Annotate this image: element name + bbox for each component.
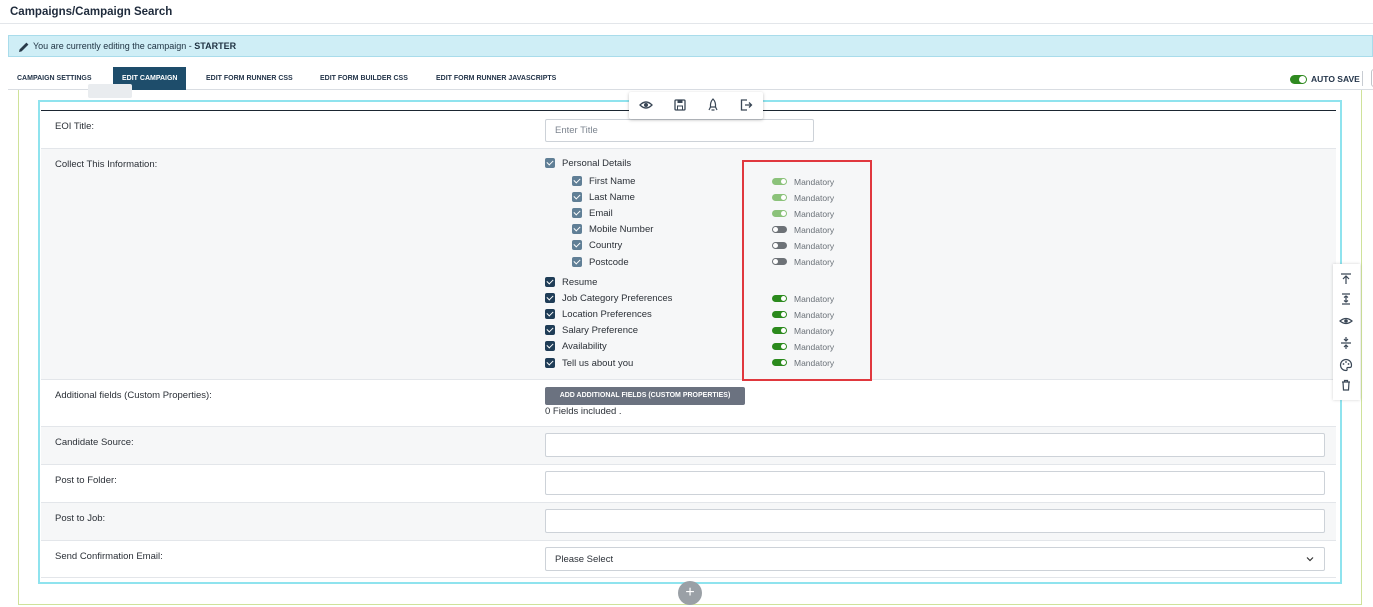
align-middle-icon[interactable] — [1339, 292, 1353, 306]
email-checkbox[interactable] — [572, 208, 582, 218]
mobile-number-label: Mobile Number — [589, 224, 654, 235]
last-name-label: Last Name — [589, 192, 635, 203]
trash-icon[interactable] — [1339, 378, 1353, 392]
select-value: Please Select — [555, 554, 614, 565]
availability-checkbox[interactable] — [545, 341, 555, 351]
container-handle[interactable] — [88, 84, 132, 98]
tab-bar: CAMPAIGN SETTINGS EDIT CAMPAIGN EDIT FOR… — [8, 67, 1373, 90]
post-to-job-label: Post to Job: — [55, 513, 106, 524]
divider — [1362, 71, 1363, 86]
tab-campaign-settings[interactable]: CAMPAIGN SETTINGS — [8, 67, 101, 90]
availability-label: Availability — [562, 341, 607, 352]
personal-details-label: Personal Details — [562, 158, 632, 169]
country-checkbox[interactable] — [572, 240, 582, 250]
campaign-name: STARTER — [194, 41, 237, 51]
resume-checkbox[interactable] — [545, 277, 555, 287]
side-toolbar — [1333, 264, 1360, 400]
email-label: Email — [589, 208, 613, 219]
post-to-job-input[interactable] — [545, 509, 1325, 533]
candidate-source-label: Candidate Source: — [55, 437, 134, 448]
page-title: Campaigns/Campaign Search — [10, 6, 173, 18]
last-name-checkbox[interactable] — [572, 192, 582, 202]
postcode-label: Postcode — [589, 257, 629, 268]
tab-edit-form-builder-css[interactable]: EDIT FORM BUILDER CSS — [311, 67, 417, 90]
add-section-button[interactable]: + — [678, 581, 702, 605]
job-category-checkbox[interactable] — [545, 293, 555, 303]
save-icon[interactable] — [673, 98, 687, 112]
salary-preference-label: Salary Preference — [562, 325, 639, 336]
resume-label: Resume — [562, 277, 598, 288]
eoi-title-label: EOI Title: — [55, 121, 95, 132]
first-name-label: First Name — [589, 176, 636, 187]
post-to-folder-label: Post to Folder: — [55, 475, 117, 486]
floating-toolbar — [629, 92, 763, 119]
autosave-label: AUTO SAVE — [1311, 74, 1360, 84]
rocket-icon[interactable] — [706, 98, 720, 112]
autosave-toggle[interactable] — [1290, 74, 1307, 84]
mandatory-highlight-box — [742, 160, 872, 381]
fields-included-text: 0 Fields included . — [545, 406, 622, 417]
row-collect-info: Collect This Information: — [41, 149, 1336, 380]
chevron-down-icon — [1306, 557, 1314, 562]
first-name-checkbox[interactable] — [572, 176, 582, 186]
additional-fields-label: Additional fields (Custom Properties): — [55, 390, 212, 401]
tell-us-about-you-checkbox[interactable] — [545, 358, 555, 368]
add-additional-fields-button[interactable]: ADD ADDITIONAL FIELDS (CUSTOM PROPERTIES… — [545, 387, 745, 405]
tell-us-about-you-label: Tell us about you — [562, 358, 634, 369]
exit-icon[interactable] — [739, 98, 753, 112]
collect-info-label: Collect This Information: — [55, 159, 158, 170]
eoi-title-input[interactable]: Enter Title — [545, 119, 814, 142]
tab-edit-form-runner-css[interactable]: EDIT FORM RUNNER CSS — [197, 67, 302, 90]
send-confirmation-email-label: Send Confirmation Email: — [55, 551, 163, 562]
postcode-checkbox[interactable] — [572, 257, 582, 267]
tab-edit-form-runner-javascripts[interactable]: EDIT FORM RUNNER JAVASCRIPTS — [427, 67, 565, 90]
job-category-label: Job Category Preferences — [562, 293, 673, 304]
mobile-number-checkbox[interactable] — [572, 224, 582, 234]
palette-icon[interactable] — [1339, 358, 1353, 372]
title-bar: Campaigns/Campaign Search — [0, 0, 1373, 24]
pencil-icon — [19, 42, 29, 52]
location-preferences-label: Location Preferences — [562, 309, 652, 320]
split-icon[interactable] — [1339, 336, 1353, 350]
autosave-control[interactable]: AUTO SAVE — [1290, 72, 1360, 86]
editing-notice: You are currently editing the campaign -… — [8, 35, 1373, 57]
candidate-source-input[interactable] — [545, 433, 1325, 457]
personal-details-checkbox[interactable] — [545, 158, 555, 168]
post-to-folder-input[interactable] — [545, 471, 1325, 495]
country-label: Country — [589, 240, 623, 251]
notice-text: You are currently editing the campaign -… — [33, 41, 237, 51]
send-confirmation-email-select[interactable]: Please Select — [545, 547, 1325, 571]
location-preferences-checkbox[interactable] — [545, 309, 555, 319]
eye-icon[interactable] — [1339, 314, 1353, 328]
salary-preference-checkbox[interactable] — [545, 325, 555, 335]
eye-icon[interactable] — [639, 98, 653, 112]
move-top-icon[interactable] — [1339, 272, 1353, 286]
